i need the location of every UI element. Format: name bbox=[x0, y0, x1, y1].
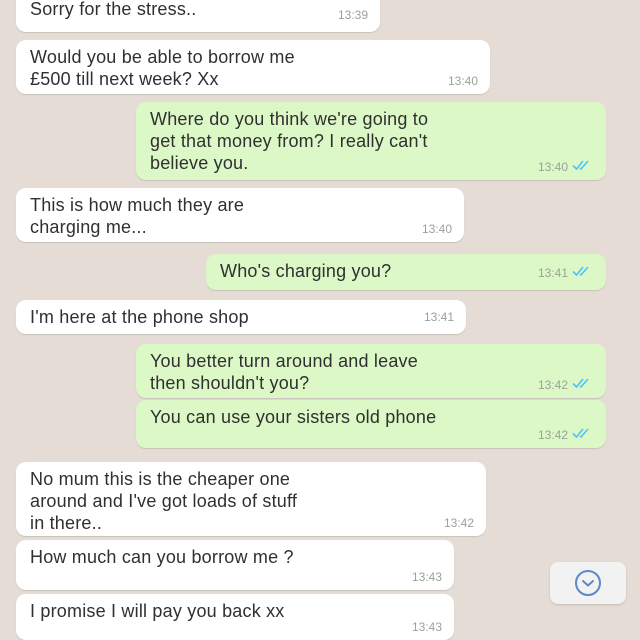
double-check-icon bbox=[572, 424, 594, 446]
double-check-icon bbox=[572, 156, 594, 178]
message-text: Sorry for the stress.. bbox=[30, 0, 197, 19]
message-outgoing[interactable]: Who's charging you? 13:41 bbox=[206, 254, 606, 290]
message-meta: 13:40 bbox=[422, 218, 452, 240]
message-meta: 13:43 bbox=[412, 566, 442, 588]
message-incoming[interactable]: I promise I will pay you back xx 13:43 bbox=[16, 594, 454, 640]
message-time: 13:41 bbox=[537, 266, 568, 280]
message-text: How much can you borrow me ? bbox=[30, 547, 294, 567]
message-time: 13:42 bbox=[537, 428, 568, 442]
message-meta: 13:41 bbox=[538, 262, 594, 284]
double-check-icon bbox=[572, 262, 594, 284]
message-incoming[interactable]: How much can you borrow me ? 13:43 bbox=[16, 540, 454, 590]
message-meta: 13:42 bbox=[538, 374, 594, 396]
chevron-down-icon bbox=[575, 570, 601, 596]
message-outgoing[interactable]: You better turn around and leave then sh… bbox=[136, 344, 606, 398]
message-text: You better turn around and leave then sh… bbox=[150, 351, 418, 393]
message-incoming[interactable]: I'm here at the phone shop 13:41 bbox=[16, 300, 466, 334]
message-text: You can use your sisters old phone bbox=[150, 407, 437, 427]
message-time: 13:42 bbox=[537, 378, 568, 392]
message-outgoing[interactable]: Where do you think we're going to get th… bbox=[136, 102, 606, 180]
message-time: 13:42 bbox=[443, 516, 474, 530]
message-text: Where do you think we're going to get th… bbox=[150, 109, 429, 173]
message-meta: 13:40 bbox=[538, 156, 594, 178]
message-time: 13:41 bbox=[423, 310, 454, 324]
message-outgoing[interactable]: You can use your sisters old phone 13:42 bbox=[136, 400, 606, 448]
message-text: I promise I will pay you back xx bbox=[30, 601, 285, 621]
message-meta: 13:41 bbox=[424, 306, 454, 328]
message-meta: 13:40 bbox=[448, 70, 478, 92]
message-meta: 13:39 bbox=[338, 4, 368, 26]
message-incoming[interactable]: Would you be able to borrow me £500 till… bbox=[16, 40, 490, 94]
scroll-to-bottom-button[interactable] bbox=[550, 562, 626, 604]
message-meta: 13:42 bbox=[538, 424, 594, 446]
message-meta: 13:43 bbox=[412, 616, 442, 638]
message-time: 13:40 bbox=[537, 160, 568, 174]
message-incoming[interactable]: No mum this is the cheaper one around an… bbox=[16, 462, 486, 536]
message-time: 13:40 bbox=[447, 74, 478, 88]
message-time: 13:39 bbox=[337, 8, 368, 22]
message-incoming[interactable]: This is how much they are charging me...… bbox=[16, 188, 464, 242]
message-time: 13:40 bbox=[421, 222, 452, 236]
message-time: 13:43 bbox=[411, 570, 442, 584]
message-text: No mum this is the cheaper one around an… bbox=[30, 469, 298, 533]
message-text: I'm here at the phone shop bbox=[30, 307, 249, 327]
message-incoming[interactable]: Sorry for the stress.. 13:39 bbox=[16, 0, 380, 32]
message-meta: 13:42 bbox=[444, 512, 474, 534]
message-time: 13:43 bbox=[411, 620, 442, 634]
double-check-icon bbox=[572, 374, 594, 396]
chat-conversation: Sorry for the stress.. 13:39 Would you b… bbox=[0, 0, 640, 640]
message-text: This is how much they are charging me... bbox=[30, 195, 245, 237]
message-text: Would you be able to borrow me £500 till… bbox=[30, 47, 295, 89]
